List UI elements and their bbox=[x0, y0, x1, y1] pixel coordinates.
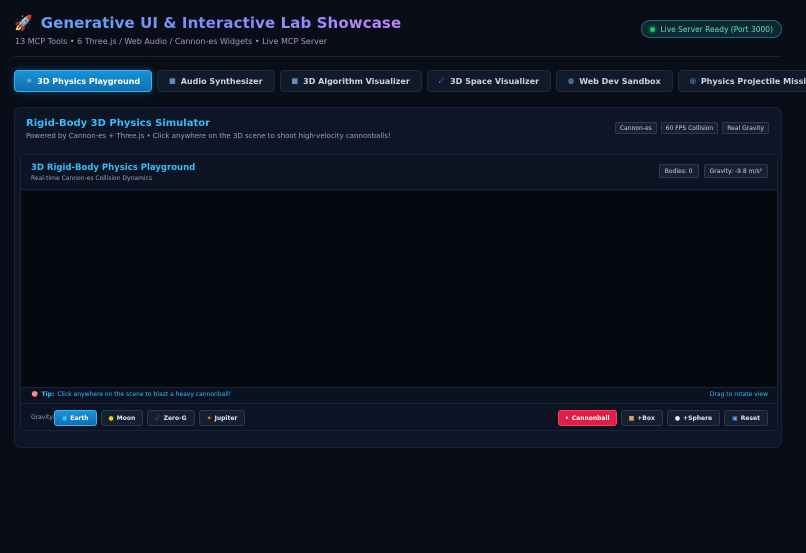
tab-label: 3D Physics Playground bbox=[37, 76, 141, 86]
gravity-moon-button[interactable]: ● Moon bbox=[100, 410, 144, 426]
badge-gravity: Real Gravity bbox=[722, 122, 769, 134]
keyboard-icon: ▦ bbox=[169, 77, 176, 85]
playground-title: 3D Rigid-Body Physics Playground bbox=[31, 163, 196, 173]
reset-icon: ▣ bbox=[732, 414, 738, 422]
action-label: +Box bbox=[637, 414, 655, 422]
playground-header: 3D Rigid-Body Physics Playground Real-ti… bbox=[21, 155, 777, 190]
tab-3d-physics-playground[interactable]: ⚛ 3D Physics Playground bbox=[14, 70, 153, 92]
gravity-option-label: Zero-G bbox=[163, 414, 187, 422]
gravity-earth-button[interactable]: ● Earth bbox=[54, 410, 97, 426]
tip-label: Tip: bbox=[41, 391, 55, 398]
tab-3d-algorithm-visualizer[interactable]: ▩ 3D Algorithm Visualizer bbox=[279, 70, 422, 92]
page-header: 🚀 Generative UI & Interactive Lab Showca… bbox=[14, 12, 782, 48]
target-icon: 🎯 bbox=[31, 391, 39, 398]
tab-3d-space-visualizer[interactable]: ☄ 3D Space Visualizer bbox=[426, 70, 552, 92]
gravity-label: Gravity: bbox=[31, 414, 55, 421]
tab-label: Web Dev Sandbox bbox=[579, 76, 661, 86]
comet-icon: ☄ bbox=[438, 77, 446, 85]
badge-cannon-es: Cannon-es bbox=[614, 122, 657, 134]
action-label: +Sphere bbox=[683, 414, 713, 422]
tab-audio-synthesizer[interactable]: ▦ Audio Synthesizer bbox=[157, 70, 275, 92]
gravity-option-label: Jupiter bbox=[214, 414, 238, 422]
tip-bar: 🎯 Tip: Click anywhere on the scene to bl… bbox=[21, 387, 777, 402]
tip-text: Click anywhere on the scene to blast a h… bbox=[57, 391, 232, 398]
tab-label: Audio Synthesizer bbox=[180, 76, 263, 86]
cannonball-button[interactable]: • Cannonball bbox=[557, 410, 617, 426]
planet-icon: ✦ bbox=[206, 414, 212, 422]
badge-fps: 60 FPS Collision bbox=[660, 122, 719, 134]
panel-title: Rigid-Body 3D Physics Simulator bbox=[26, 118, 211, 129]
control-bar: Gravity: ● Earth ● Moon ☄ Zero-G ✦ Jupiter • Can… bbox=[21, 403, 777, 430]
add-sphere-button[interactable]: ● +Sphere bbox=[666, 410, 721, 426]
rocket-icon: 🚀 bbox=[14, 14, 33, 32]
moon-icon: ● bbox=[108, 414, 114, 422]
rocket-icon: ☄ bbox=[155, 414, 161, 422]
server-status-label: Live Server Ready (Port 3000) bbox=[660, 24, 773, 34]
status-dot-icon bbox=[650, 26, 656, 32]
gravity-value-badge: Gravity: -9.8 m/s² bbox=[703, 164, 768, 178]
playground-subtitle: Real-time Cannon-es Collision Dynamics bbox=[31, 175, 153, 182]
action-label: Reset bbox=[740, 414, 760, 422]
panel-subtitle: Powered by Cannon-es + Three.js • Click … bbox=[26, 132, 391, 140]
server-status-badge: Live Server Ready (Port 3000) bbox=[641, 20, 782, 38]
widget-tabs: ⚛ 3D Physics Playground ▦ Audio Synthesizer… bbox=[14, 70, 806, 92]
bodies-count-badge: Bodies: 0 bbox=[658, 164, 699, 178]
gravity-zero-g-button[interactable]: ☄ Zero-G bbox=[147, 410, 195, 426]
tab-label: 3D Space Visualizer bbox=[450, 76, 540, 86]
playground-container: 3D Rigid-Body Physics Playground Real-ti… bbox=[20, 154, 778, 431]
target-icon: ◎ bbox=[689, 77, 696, 85]
chart-icon: ▩ bbox=[291, 77, 299, 85]
tip-text-group: 🎯 Tip: Click anywhere on the scene to bl… bbox=[31, 391, 231, 398]
globe-icon: ◍ bbox=[568, 77, 575, 85]
panel-badges: Cannon-es 60 FPS Collision Real Gravity bbox=[614, 122, 769, 134]
add-box-button[interactable]: ■ +Box bbox=[620, 410, 663, 426]
gravity-options: ● Earth ● Moon ☄ Zero-G ✦ Jupiter bbox=[54, 410, 246, 426]
atom-icon: ⚛ bbox=[26, 77, 33, 85]
action-label: Cannonball bbox=[571, 414, 610, 422]
header-divider bbox=[14, 56, 782, 57]
gravity-option-label: Earth bbox=[70, 414, 89, 422]
box-icon: ■ bbox=[628, 414, 635, 422]
physics-panel: Rigid-Body 3D Physics Simulator Powered … bbox=[14, 107, 782, 448]
gravity-jupiter-button[interactable]: ✦ Jupiter bbox=[198, 410, 246, 426]
page-subtitle: 13 MCP Tools • 6 Three.js / Web Audio / … bbox=[15, 37, 328, 46]
playground-stats: Bodies: 0 Gravity: -9.8 m/s² bbox=[658, 164, 768, 178]
gravity-option-label: Moon bbox=[116, 414, 136, 422]
reset-button[interactable]: ▣ Reset bbox=[724, 410, 768, 426]
page-title: Generative UI & Interactive Lab Showcase bbox=[40, 14, 402, 32]
drag-hint: Drag to rotate view bbox=[709, 391, 768, 398]
tab-web-dev-sandbox[interactable]: ◍ Web Dev Sandbox bbox=[556, 70, 673, 92]
tab-label: 3D Algorithm Visualizer bbox=[303, 76, 410, 86]
sphere-icon: ● bbox=[674, 414, 681, 422]
earth-icon: ● bbox=[62, 414, 68, 422]
action-buttons: • Cannonball ■ +Box ● +Sphere ▣ Reset bbox=[557, 410, 768, 426]
3d-scene-canvas[interactable] bbox=[21, 191, 777, 387]
tab-label: Physics Projectile Mission bbox=[700, 76, 806, 86]
cannonball-icon: • bbox=[564, 414, 569, 422]
tab-physics-projectile-mission[interactable]: ◎ Physics Projectile Mission bbox=[677, 70, 806, 92]
